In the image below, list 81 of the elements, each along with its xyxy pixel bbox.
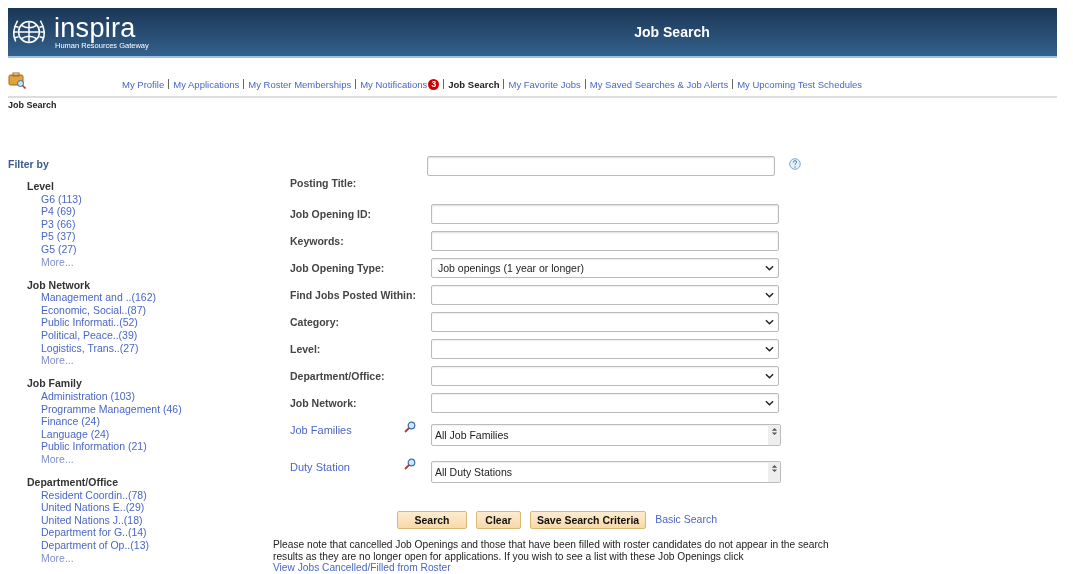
- field-label: Department/Office:: [290, 369, 386, 382]
- spinner-arrows-icon: [770, 427, 778, 436]
- dropdown[interactable]: [431, 392, 779, 413]
- nav-link[interactable]: My Notifications: [360, 78, 428, 90]
- filter-link[interactable]: G5 (27): [27, 242, 270, 256]
- briefcase-search-icon: [8, 71, 26, 89]
- filter-group-title: Job Network: [27, 278, 91, 292]
- filter-link[interactable]: G6 (113): [27, 192, 270, 206]
- dropdown[interactable]: [431, 284, 779, 305]
- filter-link[interactable]: More...: [27, 452, 270, 466]
- logo-wordmark: inspira: [54, 14, 137, 41]
- form-button[interactable]: Save Search Criteria: [530, 511, 647, 529]
- nav-link[interactable]: My Favorite Jobs: [508, 78, 581, 90]
- breadcrumb: Job Search: [8, 100, 58, 110]
- nav-link[interactable]: My Applications: [173, 78, 240, 90]
- help-icon[interactable]: [789, 158, 801, 170]
- nav-link[interactable]: My Profile: [122, 78, 165, 90]
- filter-link[interactable]: United Nations J..(18): [27, 513, 270, 527]
- dropdown[interactable]: Job openings (1 year or longer): [431, 257, 779, 278]
- nav-link[interactable]: My Saved Searches & Job Alerts: [589, 78, 729, 90]
- filter-group-title: Job Family: [27, 377, 83, 390]
- input-field[interactable]: [431, 230, 779, 251]
- nav-link-current[interactable]: Job Search: [448, 78, 500, 90]
- list-box[interactable]: All Job Families: [431, 424, 781, 446]
- filter-link[interactable]: More...: [27, 354, 270, 367]
- dropdown[interactable]: [431, 365, 779, 386]
- filter-link[interactable]: Political, Peace..(39): [27, 329, 270, 342]
- notice-text: Please note that cancelled Job Openings and those that have been filled with roster candidates do not appear in the search results as they are no longer open for applications. If you wish to see a list with these Job Openings click View Jobs Cancelled/Filled from Roster: [273, 539, 830, 574]
- lookup-link[interactable]: Duty Station: [290, 461, 404, 473]
- chevron-down-icon: [765, 291, 774, 298]
- page-title: Job Search: [633, 24, 711, 40]
- filter-link[interactable]: Department for G..(14): [27, 526, 270, 539]
- filter-link[interactable]: P5 (37): [27, 230, 270, 243]
- lookup-link[interactable]: Job Families: [290, 424, 404, 436]
- filter-link[interactable]: P3 (66): [27, 217, 270, 231]
- dropdown[interactable]: [431, 338, 779, 359]
- chevron-down-icon: [765, 345, 774, 352]
- chevron-down-icon: [765, 264, 774, 271]
- chevron-down-icon: [765, 372, 774, 379]
- filter-link[interactable]: More...: [27, 551, 270, 565]
- filter-link[interactable]: Administration (103): [27, 389, 270, 403]
- filter-heading: Filter by: [8, 158, 50, 170]
- filter-link[interactable]: Public Informati..(52): [27, 316, 270, 330]
- filter-link[interactable]: United Nations E..(29): [27, 501, 270, 514]
- nav-link[interactable]: My Roster Memberships: [248, 78, 352, 90]
- field-label: Category:: [290, 315, 340, 328]
- input-field[interactable]: [431, 203, 779, 224]
- field-label: Job Opening Type:: [290, 261, 386, 274]
- filter-link[interactable]: Department of Op..(13): [27, 538, 270, 552]
- view-cancelled-jobs-link[interactable]: View Jobs Cancelled/Filled from Roster: [273, 562, 451, 573]
- field-label: Keywords:: [290, 234, 345, 247]
- notification-badge: 3: [428, 78, 440, 90]
- filter-link[interactable]: P4 (69): [27, 205, 270, 218]
- form-button[interactable]: Search: [397, 511, 467, 529]
- chevron-down-icon: [765, 399, 774, 406]
- list-box[interactable]: All Duty Stations: [431, 461, 781, 483]
- filter-link[interactable]: More...: [27, 255, 270, 269]
- field-label: Job Opening ID:: [290, 207, 373, 220]
- search-icon[interactable]: [404, 421, 416, 433]
- dropdown[interactable]: [431, 311, 779, 332]
- filter-link[interactable]: Management and ..(162): [27, 291, 270, 304]
- filter-link[interactable]: Finance (24): [27, 415, 270, 428]
- spinner-arrows-icon: [770, 464, 778, 473]
- filter-link[interactable]: Language (24): [27, 427, 270, 441]
- field-label: Find Jobs Posted Within:: [290, 288, 417, 301]
- filter-link[interactable]: Economic, Social..(87): [27, 303, 270, 317]
- filter-group-title: Department/Office: [27, 475, 120, 489]
- field-label: Job Network:: [290, 396, 358, 409]
- nav-link[interactable]: My Upcoming Test Schedules: [737, 78, 863, 90]
- input-field[interactable]: [427, 156, 775, 176]
- search-icon[interactable]: [404, 458, 416, 470]
- filter-link[interactable]: Public Information (21): [27, 440, 270, 453]
- field-label: Level:: [290, 342, 322, 355]
- chevron-down-icon: [765, 318, 774, 325]
- basic-search-link[interactable]: Basic Search: [655, 512, 718, 525]
- filter-link[interactable]: Resident Coordin..(78): [27, 488, 270, 502]
- field-label: Posting Title:: [290, 177, 358, 189]
- filter-group-title: Level: [27, 180, 55, 193]
- filter-link[interactable]: Logistics, Trans..(27): [27, 341, 270, 355]
- form-button[interactable]: Clear: [476, 511, 521, 529]
- filter-link[interactable]: Programme Management (46): [27, 402, 270, 416]
